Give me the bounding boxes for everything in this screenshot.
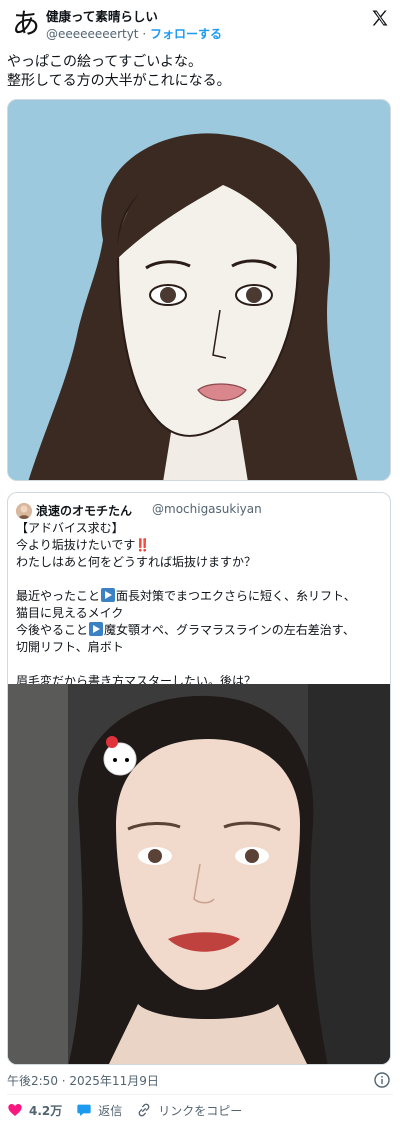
quoted-tweet[interactable]: 浪速のオモチたん @mochigasukiyan 【アドバイス求む】 今より垢抜…: [7, 492, 391, 1065]
quoted-line-text: 魔女顎オペ、グラマラスラインの左右差治す、: [104, 623, 355, 637]
info-icon[interactable]: [374, 1072, 390, 1088]
copy-link-label: リンクをコピー: [158, 1103, 243, 1118]
author-avatar[interactable]: あ: [8, 6, 44, 42]
tweet-header: あ 健康って素晴らしい @eeeeeeeertyt · フォローする: [0, 0, 400, 50]
play-button-icon: [89, 622, 104, 636]
illustration-drawing: [8, 100, 390, 480]
like-count: 4.2万: [29, 1103, 63, 1118]
play-button-icon: [101, 588, 116, 602]
quoted-line-text: 面長対策でまつエクさらに短く、糸リフト、: [116, 589, 356, 603]
author-handle-row: @eeeeeeeertyt · フォローする: [46, 25, 222, 42]
quoted-line-text: 今後やること: [16, 623, 89, 637]
tweet-text: やっぱこの絵ってすごいよな。 整形してる方の大半がこれになる。: [7, 53, 393, 91]
quoted-line: 【アドバイス求む】: [16, 521, 124, 535]
copy-link-button[interactable]: リンクをコピー: [136, 1102, 242, 1119]
tweet-actions: 4.2万 返信 リンクをコピー: [7, 1101, 256, 1119]
heart-icon: [8, 1104, 22, 1116]
quoted-line: 切開リフト、肩ボト: [16, 640, 124, 654]
follow-button[interactable]: フォローする: [150, 27, 222, 41]
illustration-image[interactable]: [7, 99, 391, 481]
quoted-author-handle[interactable]: @mochigasukiyan: [152, 502, 262, 516]
tweet-line: やっぱこの絵ってすごいよな。: [7, 54, 203, 70]
author-handle[interactable]: @eeeeeeeertyt: [46, 27, 139, 41]
quoted-photo[interactable]: [8, 684, 390, 1064]
separator: ·: [142, 27, 147, 41]
quoted-line: 今後やること 魔女顎オペ、グラマラスラインの左右差治す、: [16, 622, 388, 639]
author-name[interactable]: 健康って素晴らしい: [46, 6, 158, 25]
quoted-line: 最近やったこと 面長対策でまつエクさらに短く、糸リフト、: [16, 588, 388, 605]
divider: [7, 1094, 393, 1095]
quoted-line: 猫目に見えるメイク: [16, 606, 124, 620]
like-button[interactable]: 4.2万: [7, 1102, 62, 1119]
reply-bubble-icon: [77, 1104, 91, 1116]
quoted-text: 【アドバイス求む】 今より垢抜けたいです‼️ わたしはあと何をどうすれば垢抜けま…: [16, 520, 388, 690]
reply-label: 返信: [98, 1103, 123, 1118]
quoted-line-text: 最近やったこと: [16, 589, 101, 603]
quoted-avatar[interactable]: [16, 503, 32, 519]
link-icon: [138, 1103, 150, 1117]
photo-placeholder: [8, 684, 390, 1064]
quoted-line-text: 今より垢抜けたいです: [16, 538, 136, 552]
tweet-timestamp[interactable]: 午後2:50 · 2025年11月9日: [7, 1072, 159, 1089]
reply-button[interactable]: 返信: [76, 1102, 122, 1119]
double-exclamation-icon: ‼️: [135, 538, 151, 552]
quoted-line: わたしはあと何をどうすれば垢抜けますか？: [16, 555, 257, 569]
tweet-line: 整形してる方の大半がこれになる。: [7, 73, 231, 89]
quoted-author-name[interactable]: 浪速のオモチたん: [36, 502, 132, 519]
x-logo-icon[interactable]: [370, 8, 390, 28]
quoted-line: 今より垢抜けたいです‼️: [16, 537, 388, 554]
